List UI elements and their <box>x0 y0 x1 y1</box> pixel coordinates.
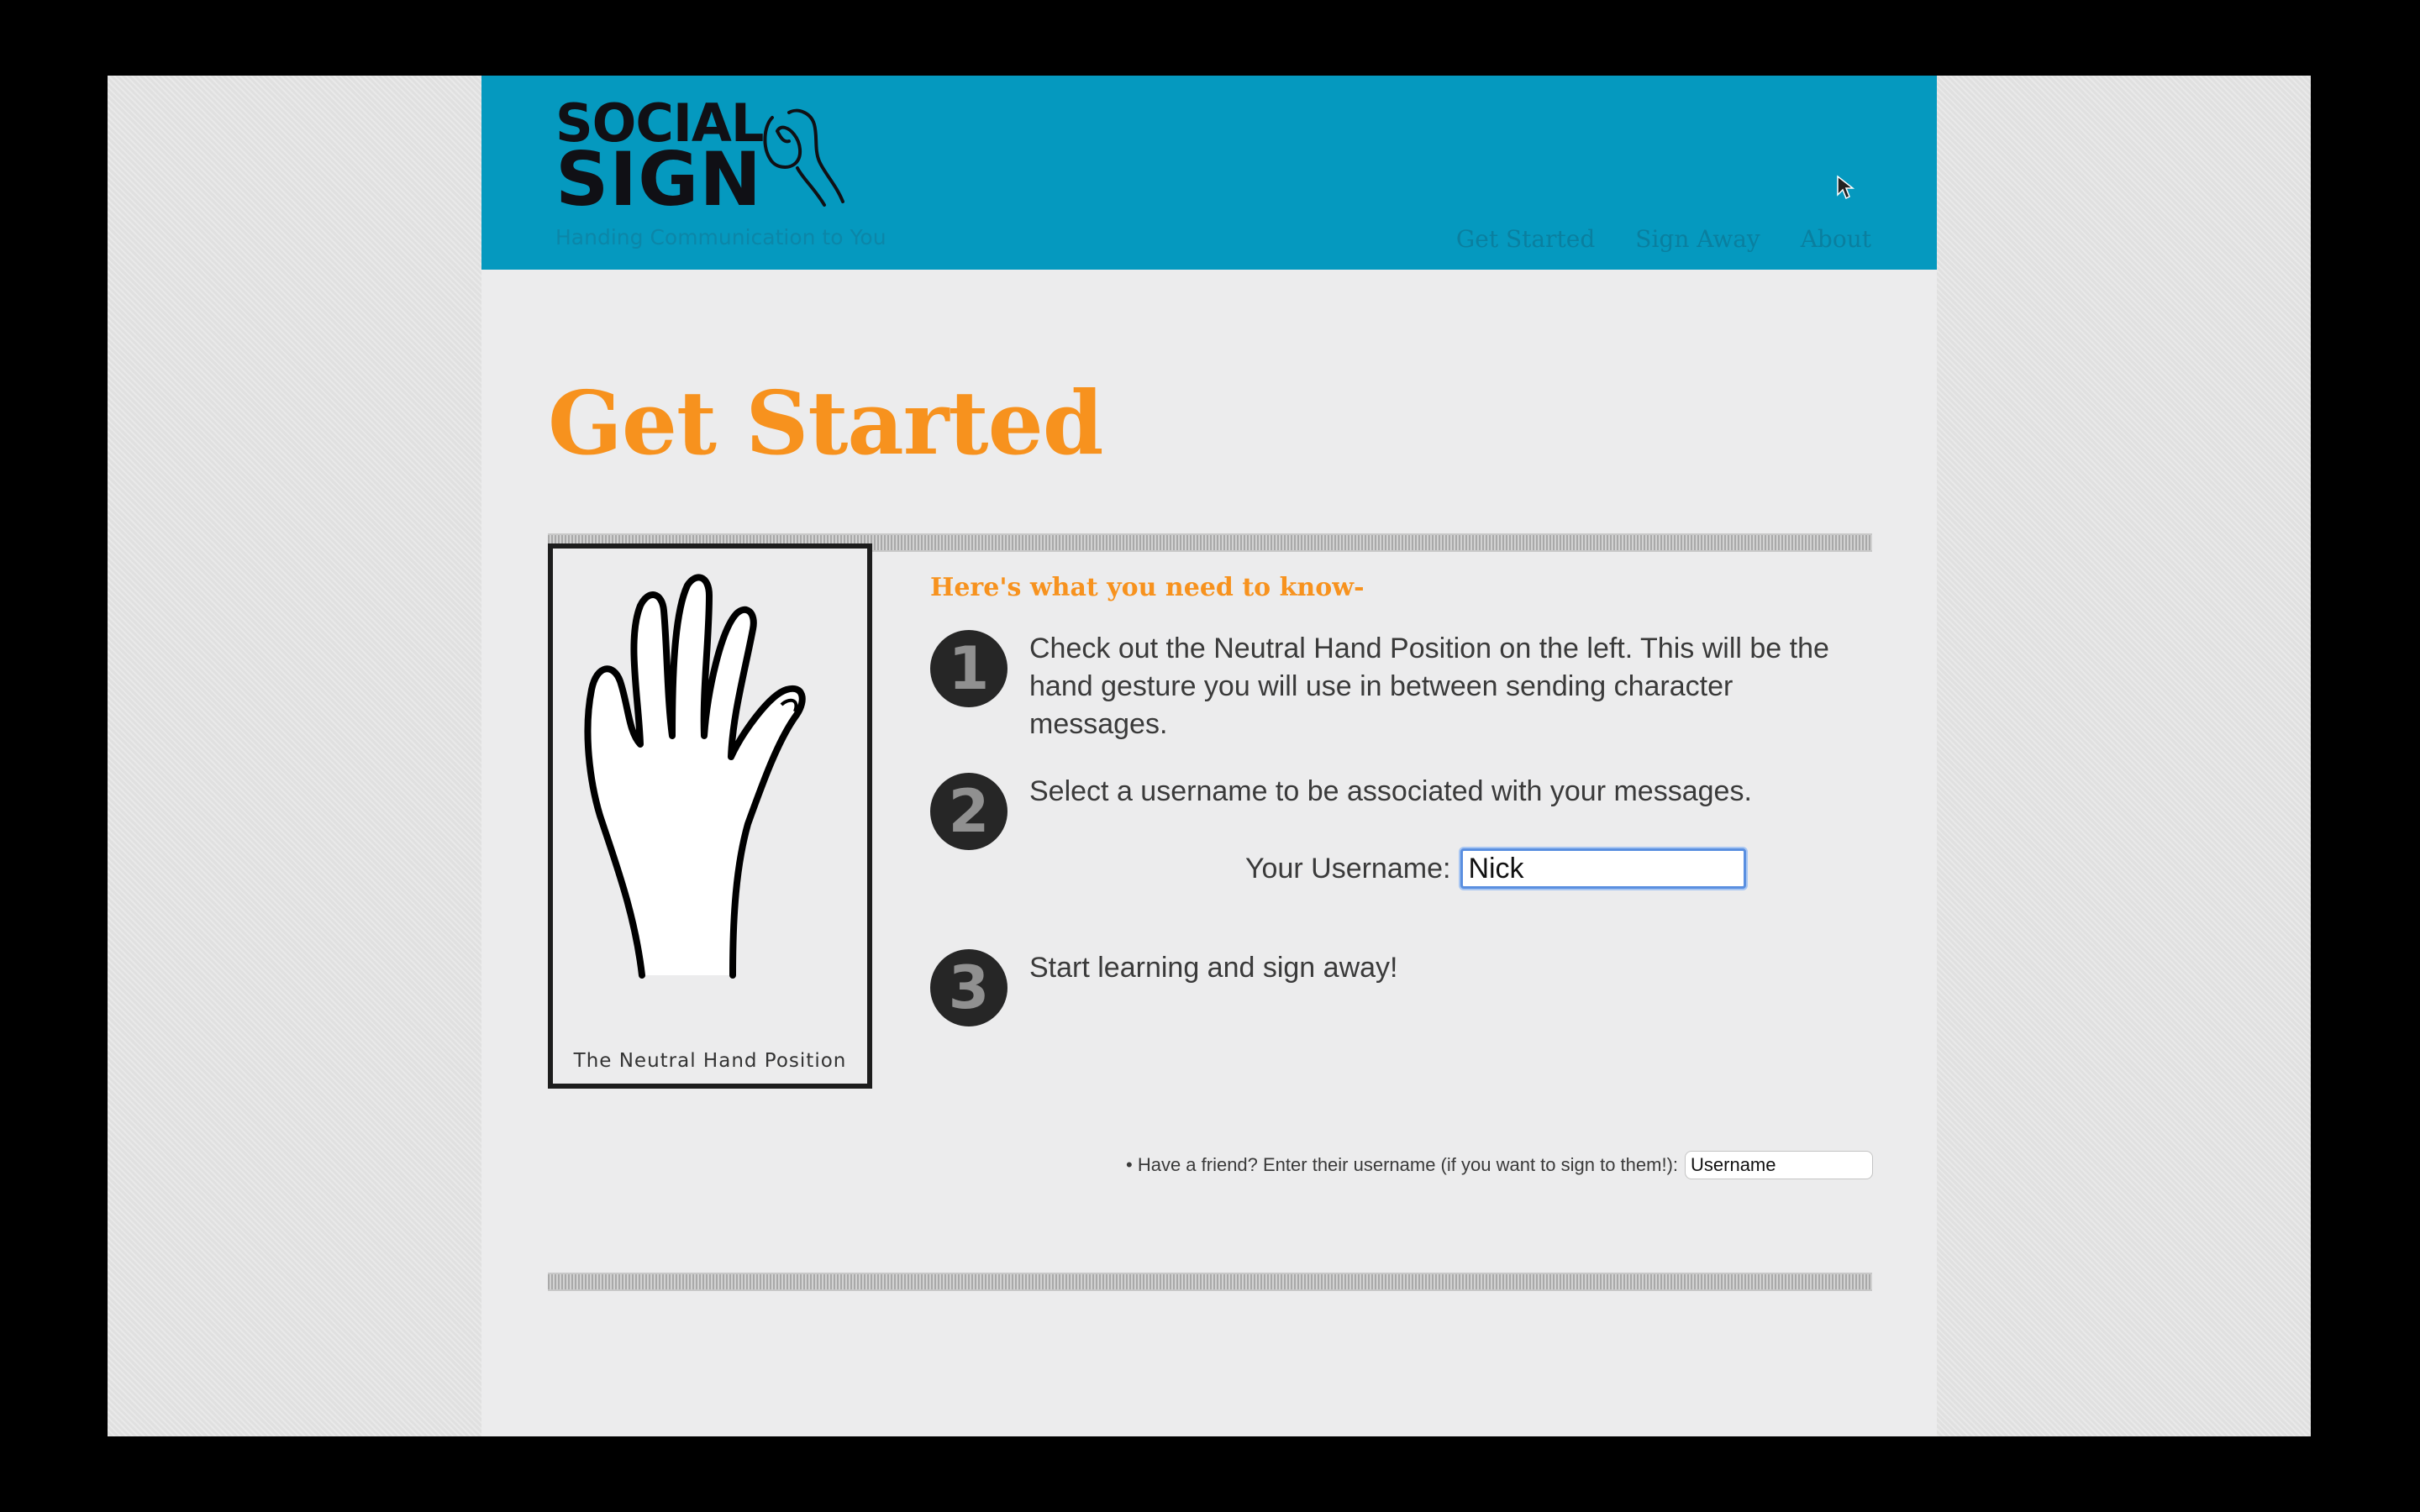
logo-wordmark: SOCIAL SIGN <box>555 97 764 223</box>
page-title: Get Started <box>548 371 1103 475</box>
hand-caption: The Neutral Hand Position <box>573 1050 847 1072</box>
hand-logo-icon <box>763 108 844 207</box>
main-nav: Get Started Sign Away About <box>1456 225 1871 253</box>
mouse-cursor-icon <box>1837 175 1854 200</box>
nav-about[interactable]: About <box>1801 225 1871 253</box>
friend-row: • Have a friend? Enter their username (i… <box>1126 1151 1874 1179</box>
neutral-hand-card: The Neutral Hand Position <box>548 543 872 1089</box>
step-text: Start learning and sign away! <box>1029 952 1398 984</box>
step-number-badge: 3 <box>930 949 1007 1026</box>
step-text: Select a username to be associated with … <box>1029 775 1752 807</box>
step-text: Check out the Neutral Hand Position on t… <box>1029 633 1829 740</box>
site-logo[interactable]: SOCIAL SIGN <box>555 94 858 228</box>
browser-viewport: SOCIAL SIGN Handing Communication to You… <box>108 76 2311 1436</box>
bottom-divider <box>548 1273 1872 1291</box>
username-label: Your Username: <box>1245 852 1451 885</box>
username-input[interactable] <box>1460 848 1747 889</box>
friend-label: • Have a friend? Enter their username (i… <box>1126 1154 1679 1175</box>
username-row: Your Username: <box>1245 848 1747 889</box>
site-header: SOCIAL SIGN Handing Communication to You… <box>481 76 1937 270</box>
step-number-badge: 1 <box>930 630 1007 707</box>
logo-line-sign: SIGN <box>555 135 762 223</box>
step-number-badge: 2 <box>930 773 1007 850</box>
page-container: SOCIAL SIGN Handing Communication to You… <box>481 76 1937 1436</box>
nav-get-started[interactable]: Get Started <box>1456 225 1595 253</box>
friend-username-input[interactable] <box>1685 1151 1874 1179</box>
open-hand-icon <box>584 574 806 979</box>
nav-sign-away[interactable]: Sign Away <box>1635 225 1760 253</box>
site-tagline: Handing Communication to You <box>555 225 886 249</box>
intro-heading: Here's what you need to know- <box>930 573 1365 602</box>
